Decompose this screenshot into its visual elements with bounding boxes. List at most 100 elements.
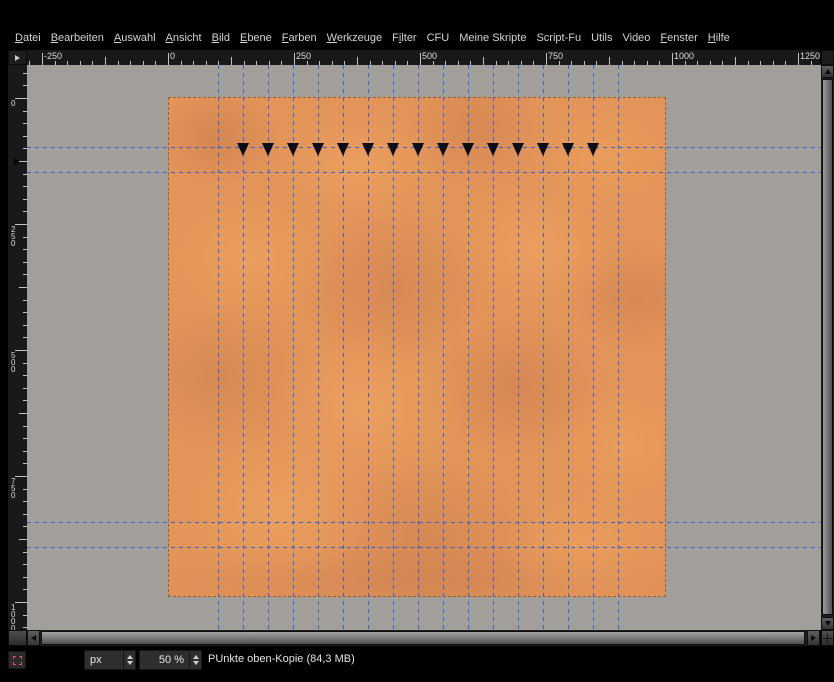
path-anchor-marker[interactable] (562, 143, 574, 156)
ruler-tick (15, 350, 27, 351)
bottom-left-corner-button[interactable] (8, 630, 27, 646)
spinner-up-icon (192, 655, 199, 659)
ruler-label: 750 (11, 477, 16, 500)
spinner-down-icon (192, 661, 199, 665)
arrow-left-icon (31, 635, 36, 641)
horizontal-scrollbar[interactable] (27, 630, 820, 646)
path-anchor-marker[interactable] (487, 143, 499, 156)
path-anchor-marker[interactable] (437, 143, 449, 156)
path-anchor-marker[interactable] (337, 143, 349, 156)
path-anchor-marker[interactable] (287, 143, 299, 156)
unit-select[interactable]: px (84, 650, 136, 670)
canvas-viewport[interactable] (27, 65, 821, 630)
ruler-tick (798, 53, 799, 65)
zoom-select[interactable]: 50 % (139, 650, 202, 670)
ruler-label: 1000 (11, 603, 16, 631)
vertical-ruler[interactable]: 0 250 500 750 1000 (8, 65, 27, 630)
scroll-down-button[interactable] (821, 617, 834, 630)
menu-item-werkzeuge[interactable]: Werkzeuge (322, 29, 387, 47)
unit-select-value: px (90, 654, 102, 666)
ruler-tick (735, 57, 736, 65)
scroll-left-button[interactable] (27, 630, 40, 646)
unit-select-spinner[interactable] (123, 651, 135, 669)
path-anchor-marker[interactable] (237, 143, 249, 156)
menu-item-bild[interactable]: Bild (207, 29, 235, 47)
ruler-tick (19, 161, 27, 162)
ruler-label: -250 (44, 51, 63, 61)
ruler-tick (15, 602, 27, 603)
ruler-tick (483, 57, 484, 65)
ruler-tick (15, 98, 27, 99)
navigation-button[interactable] (821, 630, 834, 646)
ruler-tick (420, 53, 421, 65)
path-anchor-marker[interactable] (362, 143, 374, 156)
menu-item-datei[interactable]: Datei (10, 29, 46, 47)
ruler-tick (231, 57, 232, 65)
path-anchor-marker[interactable] (587, 143, 599, 156)
scroll-up-button[interactable] (821, 65, 834, 78)
path-anchor-marker[interactable] (412, 143, 424, 156)
guide-horizontal[interactable] (27, 172, 821, 173)
guide-horizontal[interactable] (27, 547, 821, 548)
ruler-tick (546, 53, 547, 65)
ruler-tick (168, 53, 169, 65)
menu-item-ebene[interactable]: Ebene (235, 29, 277, 47)
guide-horizontal[interactable] (27, 522, 821, 523)
path-anchor-marker[interactable] (512, 143, 524, 156)
arrow-right-icon (811, 635, 816, 641)
horizontal-ruler[interactable]: -250 0 250 500 750 1000 1250 (27, 50, 820, 65)
path-anchor-marker[interactable] (387, 143, 399, 156)
scroll-right-button[interactable] (807, 630, 820, 646)
status-message: PUnkte oben-Kopie (84,3 MB) (208, 653, 355, 665)
quick-mask-icon (12, 655, 22, 665)
menu-item-cfu[interactable]: CFU (422, 29, 455, 47)
path-anchor-marker[interactable] (537, 143, 549, 156)
ruler-tick (19, 539, 27, 540)
menu-bar: Datei Bearbeiten Auswahl Ansicht Bild Ebene Fa… (10, 27, 826, 48)
ruler-tick (15, 224, 27, 225)
zoom-select-value: 50 % (158, 654, 184, 666)
arrow-up-icon (824, 69, 831, 74)
guide-vertical[interactable] (218, 65, 219, 630)
menu-item-fenster[interactable]: Fenster (655, 29, 702, 47)
menu-item-script-fu[interactable]: Script-Fu (531, 29, 586, 47)
menu-item-bearbeiten[interactable]: Bearbeiten (46, 29, 109, 47)
menu-item-auswahl[interactable]: Auswahl (109, 29, 161, 47)
horizontal-scrollbar-thumb[interactable] (41, 631, 805, 645)
guide-horizontal[interactable] (27, 147, 821, 148)
ruler-position-pointer-icon (14, 158, 22, 166)
quick-mask-button[interactable] (8, 651, 26, 669)
ruler-label: 0 (170, 51, 176, 61)
status-bar: px 50 % PUnkte oben-Kopie (84,3 MB) (0, 646, 834, 682)
gimp-window: Datei Bearbeiten Auswahl Ansicht Bild Ebene Fa… (0, 0, 834, 682)
ruler-tick (19, 287, 27, 288)
ruler-label: 750 (548, 51, 564, 61)
path-anchor-marker[interactable] (262, 143, 274, 156)
ruler-tick (105, 57, 106, 65)
ruler-tick (42, 53, 43, 65)
menu-item-farben[interactable]: Farben (277, 29, 322, 47)
vertical-scrollbar-thumb[interactable] (822, 79, 833, 615)
ruler-label: 1000 (674, 51, 695, 61)
menu-item-meine-skripte[interactable]: Meine Skripte (454, 29, 531, 47)
ruler-label: 500 (422, 51, 438, 61)
ruler-tick (672, 53, 673, 65)
path-anchor-marker[interactable] (462, 143, 474, 156)
guide-vertical[interactable] (618, 65, 619, 630)
zoom-select-spinner[interactable] (189, 651, 201, 669)
ruler-tick (609, 57, 610, 65)
arrow-down-icon (824, 621, 831, 626)
menu-item-hilfe[interactable]: Hilfe (703, 29, 735, 47)
vertical-scrollbar[interactable] (821, 65, 834, 630)
path-anchor-marker[interactable] (312, 143, 324, 156)
zoom-follow-window-button[interactable] (821, 50, 834, 65)
spinner-down-icon (126, 661, 133, 665)
ruler-label: 0 (11, 99, 16, 108)
menu-item-ansicht[interactable]: Ansicht (161, 29, 207, 47)
ruler-tick (19, 413, 27, 414)
ruler-origin-button[interactable] (8, 50, 27, 65)
ruler-tick (15, 476, 27, 477)
menu-item-filter[interactable]: Filter (387, 29, 421, 47)
menu-item-utils[interactable]: Utils (586, 29, 617, 47)
menu-item-video[interactable]: Video (617, 29, 655, 47)
